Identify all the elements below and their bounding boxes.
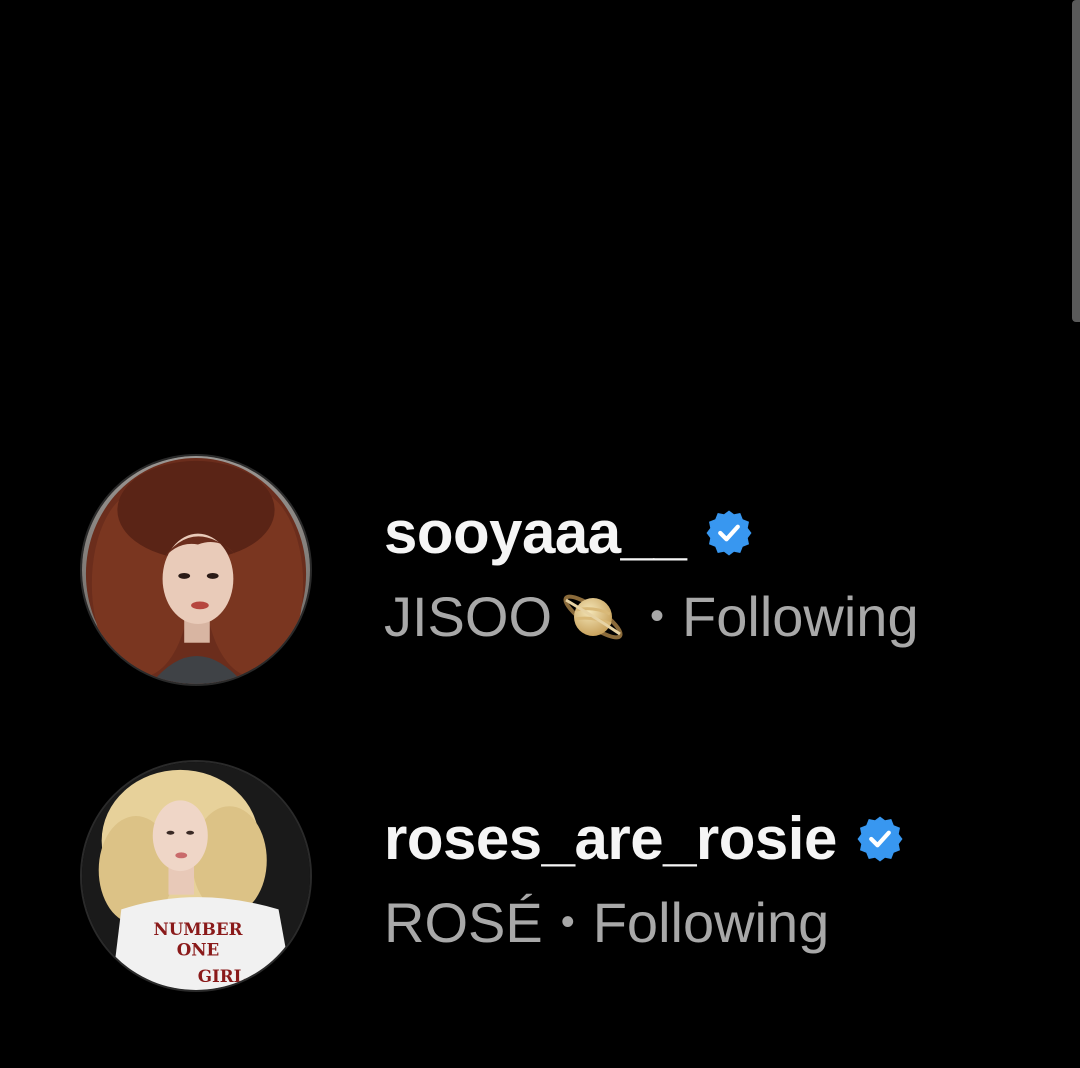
account-subline: ROSÉ • Following <box>384 890 829 955</box>
username[interactable]: roses_are_rosie <box>384 804 905 873</box>
verified-badge-icon <box>855 814 905 864</box>
saturn-emoji-icon <box>558 586 628 648</box>
account-row-sooyaaa[interactable]: sooyaaa__ JISOO • Following <box>0 450 1080 690</box>
account-row-roses-are-rosie[interactable]: NUMBER ONE GIRL roses_are_rosie ROSÉ • F… <box>0 756 1080 996</box>
follow-status: Following <box>592 891 830 954</box>
separator-dot: • <box>650 594 665 638</box>
separator-dot: • <box>560 900 575 944</box>
follow-status: Following <box>682 585 919 648</box>
shirt-text-line-1: NUMBER <box>153 919 242 939</box>
scroll-indicator[interactable] <box>1072 0 1080 322</box>
avatar[interactable]: NUMBER ONE GIRL <box>80 760 312 992</box>
username-text: roses_are_rosie <box>384 805 837 872</box>
shirt-text-line-2: ONE <box>177 940 220 960</box>
username[interactable]: sooyaaa__ <box>384 498 754 567</box>
account-subline: JISOO • Following <box>384 584 919 649</box>
display-name: JISOO <box>384 585 553 648</box>
username-text: sooyaaa__ <box>384 499 687 566</box>
verified-badge-icon <box>704 508 754 558</box>
shirt-text-line-3: GIRL <box>198 966 246 986</box>
avatar[interactable] <box>80 454 312 686</box>
display-name: ROSÉ <box>384 891 543 954</box>
